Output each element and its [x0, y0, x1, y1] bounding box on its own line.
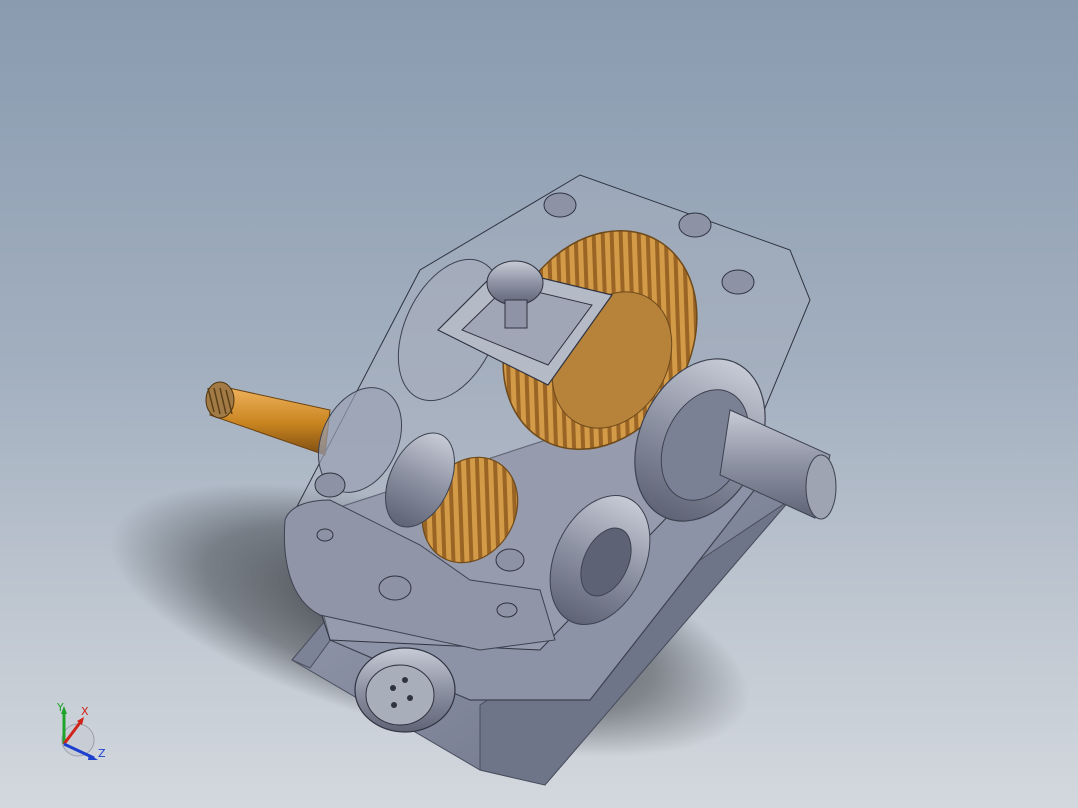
- graphics-viewport[interactable]: Y X Z: [0, 0, 1078, 808]
- end-cap-bottom-inner: [365, 664, 435, 726]
- triad-x-label: X: [81, 705, 89, 718]
- coordinate-triad[interactable]: Y X Z: [52, 700, 112, 764]
- output-shaft-end: [805, 454, 837, 520]
- triad-y-label: Y: [57, 701, 64, 714]
- breather-stem: [504, 299, 528, 329]
- triad-z-label: Z: [98, 747, 106, 760]
- breather-cap[interactable]: [486, 260, 544, 306]
- gear-reducer-model[interactable]: [0, 0, 1078, 808]
